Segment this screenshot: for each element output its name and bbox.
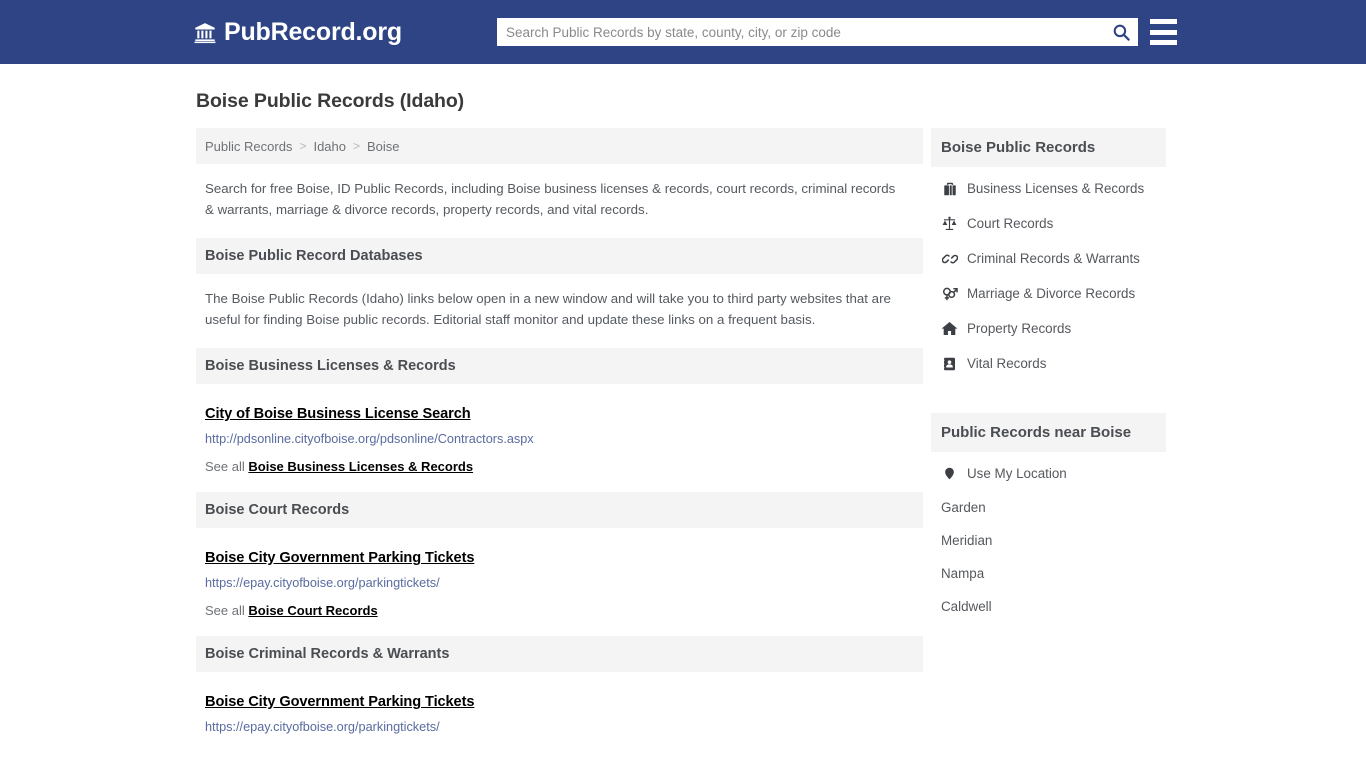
briefcase-icon [941, 180, 958, 197]
see-all-row: See all Boise Court Records [205, 603, 914, 618]
databases-paragraph: The Boise Public Records (Idaho) links b… [205, 291, 891, 327]
record-entry: Boise City Government Parking Tickets ht… [196, 528, 923, 618]
search-icon [1113, 24, 1130, 41]
sidebar-item-label: Caldwell [941, 599, 992, 614]
scales-balance-icon [941, 215, 958, 232]
search-input[interactable] [497, 19, 1104, 45]
sidebar-item-meridian[interactable]: Meridian [931, 524, 1166, 557]
record-link-title[interactable]: Boise City Government Parking Tickets [205, 550, 474, 566]
section-heading-criminal-records: Boise Criminal Records & Warrants [196, 636, 923, 672]
sidebar-item-caldwell[interactable]: Caldwell [931, 590, 1166, 623]
search-bar[interactable] [497, 18, 1138, 46]
sidebar-item-label: Vital Records [967, 356, 1047, 371]
home-icon [941, 320, 958, 337]
sidebar-item-label: Use My Location [967, 466, 1067, 481]
see-all-prefix: See all [205, 459, 245, 474]
sidebar-item-marriage-divorce[interactable]: Marriage & Divorce Records [931, 276, 1166, 311]
section-heading-databases: Boise Public Record Databases [196, 238, 923, 274]
record-link-title[interactable]: Boise City Government Parking Tickets [205, 694, 474, 710]
sidebar-item-label: Court Records [967, 216, 1054, 231]
brand-name: PubRecord.org [224, 17, 402, 46]
venus-mars-icon [941, 285, 958, 302]
sidebar-records-list: Business Licenses & Records Court Record… [931, 167, 1166, 381]
sidebar-nearby-list: Use My Location Garden Meridian Nampa Ca… [931, 452, 1166, 623]
site-header: PubRecord.org [0, 0, 1366, 64]
sidebar-item-property-records[interactable]: Property Records [931, 311, 1166, 346]
map-pin-icon [941, 465, 958, 482]
record-link-url[interactable]: https://epay.cityofboise.org/parkingtick… [205, 720, 914, 734]
record-entry: Boise City Government Parking Tickets ht… [196, 672, 923, 734]
record-link-url[interactable]: http://pdsonline.cityofboise.org/pdsonli… [205, 432, 914, 446]
page-body: Boise Public Records (Idaho) Public Reco… [0, 64, 1366, 734]
sidebar-item-use-my-location[interactable]: Use My Location [931, 456, 1166, 491]
hamburger-bar [1150, 19, 1177, 24]
see-all-link[interactable]: Boise Business Licenses & Records [248, 459, 473, 474]
id-card-icon [941, 355, 958, 372]
sidebar-item-vital-records[interactable]: Vital Records [931, 346, 1166, 381]
sidebar-block-nearby: Public Records near Boise Use My Locatio… [931, 413, 1166, 623]
chain-link-icon [941, 250, 958, 267]
breadcrumb-separator: > [353, 139, 361, 153]
hamburger-bar [1150, 40, 1177, 45]
search-button[interactable] [1104, 18, 1138, 46]
sidebar-heading-nearby: Public Records near Boise [931, 413, 1166, 452]
brand-logo[interactable]: PubRecord.org [194, 18, 402, 47]
sidebar-item-label: Meridian [941, 533, 993, 548]
breadcrumb-separator: > [299, 139, 307, 153]
breadcrumb-item-idaho[interactable]: Idaho [313, 139, 346, 154]
section-heading-court-records: Boise Court Records [196, 492, 923, 528]
sidebar: Boise Public Records Business Licenses &… [931, 128, 1166, 623]
sidebar-item-criminal-records[interactable]: Criminal Records & Warrants [931, 241, 1166, 276]
breadcrumb-item-boise: Boise [367, 138, 400, 154]
record-link-url[interactable]: https://epay.cityofboise.org/parkingtick… [205, 576, 914, 590]
sidebar-block-records: Boise Public Records Business Licenses &… [931, 128, 1166, 381]
intro-paragraph: Search for free Boise, ID Public Records… [205, 181, 896, 217]
breadcrumb-item-public-records[interactable]: Public Records [205, 139, 292, 154]
main-column: Public Records > Idaho > Boise Search fo… [196, 128, 923, 734]
sidebar-item-nampa[interactable]: Nampa [931, 557, 1166, 590]
see-all-prefix: See all [205, 603, 245, 618]
section-heading-business-licenses: Boise Business Licenses & Records [196, 348, 923, 384]
sidebar-item-label: Business Licenses & Records [967, 181, 1145, 196]
content-columns: Public Records > Idaho > Boise Search fo… [196, 128, 1196, 734]
sidebar-item-label: Criminal Records & Warrants [967, 251, 1140, 266]
breadcrumb: Public Records > Idaho > Boise [196, 128, 923, 164]
see-all-link[interactable]: Boise Court Records [248, 603, 377, 618]
sidebar-item-label: Nampa [941, 566, 985, 581]
sidebar-item-court-records[interactable]: Court Records [931, 206, 1166, 241]
sidebar-heading-records: Boise Public Records [931, 128, 1166, 167]
university-icon [194, 23, 216, 44]
sidebar-item-label: Garden [941, 500, 986, 515]
sidebar-item-label: Marriage & Divorce Records [967, 286, 1136, 301]
record-link-title[interactable]: City of Boise Business License Search [205, 406, 471, 422]
see-all-row: See all Boise Business Licenses & Record… [205, 459, 914, 474]
hamburger-menu-icon[interactable] [1150, 19, 1177, 45]
record-entry: City of Boise Business License Search ht… [196, 384, 923, 474]
hamburger-bar [1150, 29, 1177, 35]
sidebar-item-business-licenses[interactable]: Business Licenses & Records [931, 171, 1166, 206]
sidebar-item-label: Property Records [967, 321, 1072, 336]
sidebar-item-garden[interactable]: Garden [931, 491, 1166, 524]
page-title: Boise Public Records (Idaho) [196, 90, 465, 112]
